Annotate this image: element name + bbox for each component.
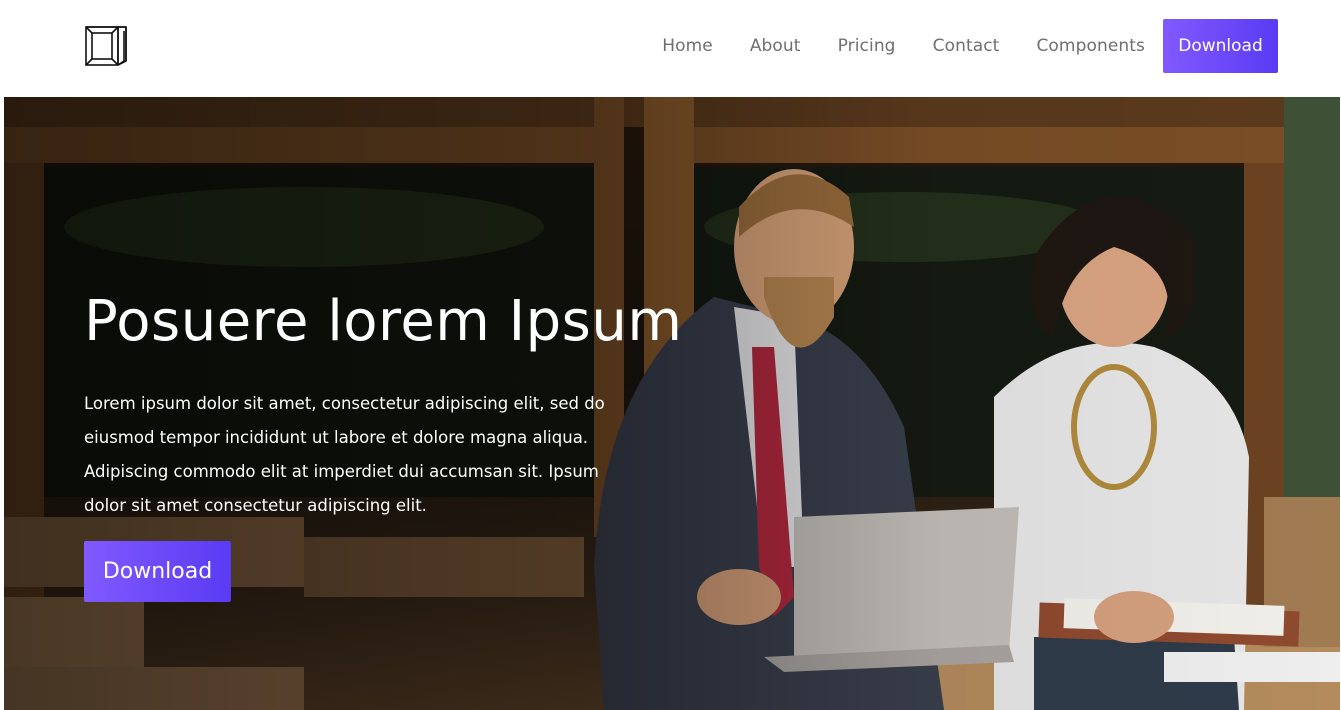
navbar: Home About Pricing Contact Components Do… bbox=[4, 0, 1340, 97]
hero-title: Posuere lorem Ipsum bbox=[84, 289, 683, 354]
hero-section: Posuere lorem Ipsum Lorem ipsum dolor si… bbox=[4, 97, 1340, 710]
nav-link-home[interactable]: Home bbox=[662, 36, 713, 56]
hero-download-button[interactable]: Download bbox=[84, 541, 231, 602]
nav-link-components[interactable]: Components bbox=[1036, 36, 1145, 56]
nav-download-button[interactable]: Download bbox=[1163, 19, 1278, 73]
nav-link-pricing[interactable]: Pricing bbox=[838, 36, 896, 56]
hero-content: Posuere lorem Ipsum Lorem ipsum dolor si… bbox=[84, 287, 683, 602]
nav-link-contact[interactable]: Contact bbox=[933, 36, 1000, 56]
cube-logo-icon[interactable] bbox=[84, 25, 128, 69]
nav-links: Home About Pricing Contact Components Do… bbox=[662, 19, 1278, 73]
hero-description: Lorem ipsum dolor sit amet, consectetur … bbox=[84, 394, 605, 515]
page-frame: Home About Pricing Contact Components Do… bbox=[4, 0, 1340, 710]
nav-link-about[interactable]: About bbox=[750, 36, 801, 56]
